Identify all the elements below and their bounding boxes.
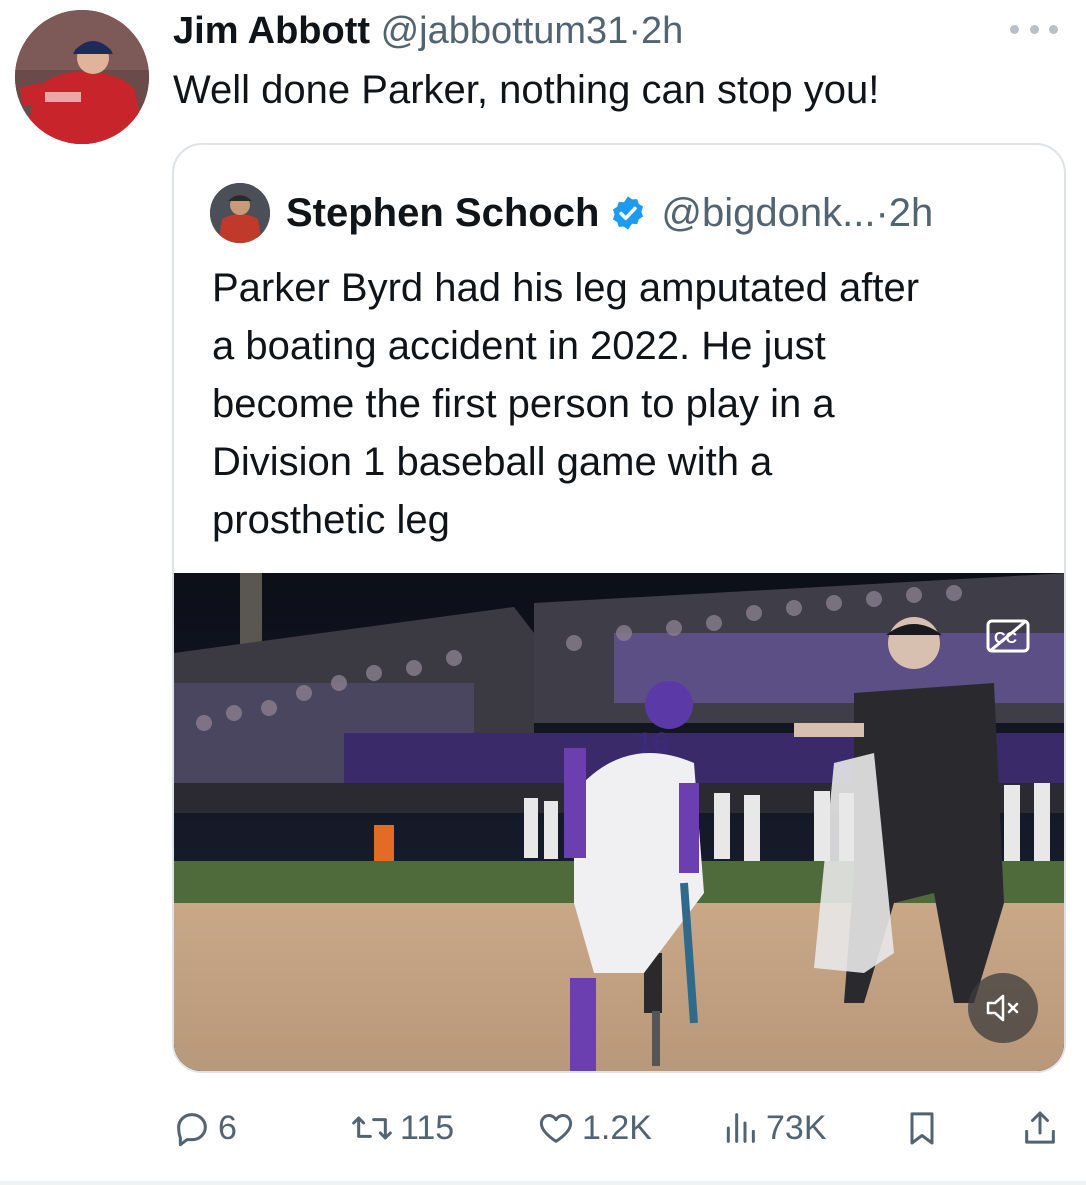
- views-button[interactable]: 73K: [720, 1100, 827, 1156]
- quoted-author-name[interactable]: Stephen Schoch: [286, 189, 599, 237]
- author-name[interactable]: Jim Abbott: [173, 10, 370, 52]
- quoted-author-avatar[interactable]: [210, 183, 270, 243]
- tweet-action-bar: 6 115 1.2K 73K: [172, 1100, 1066, 1156]
- like-count: 1.2K: [582, 1108, 652, 1147]
- closed-captions-icon[interactable]: CC: [986, 619, 1030, 653]
- tweet-text: Well done Parker, nothing can stop you!: [173, 68, 880, 112]
- reply-icon: [177, 1113, 207, 1147]
- quoted-author-handle[interactable]: @bigdonk...: [661, 189, 875, 237]
- quoted-tweet-text: Parker Byrd had his leg amputated after …: [212, 259, 1032, 549]
- quoted-text-line: prosthetic leg: [212, 498, 450, 542]
- verified-badge-icon: [613, 196, 644, 230]
- quoted-text-line: become the first person to play in a: [212, 382, 835, 426]
- mute-button[interactable]: [968, 973, 1038, 1043]
- retweet-button[interactable]: 115: [350, 1100, 454, 1156]
- heart-icon: [539, 1114, 573, 1143]
- reply-count: 6: [218, 1108, 237, 1147]
- reply-button[interactable]: 6: [172, 1100, 237, 1156]
- share-button[interactable]: [1020, 1100, 1066, 1156]
- quoted-tweet-time[interactable]: 2h: [889, 189, 934, 237]
- quoted-text-line: Division 1 baseball game with a: [212, 440, 773, 484]
- like-button[interactable]: 1.2K: [536, 1100, 652, 1156]
- bookmark-icon: [910, 1112, 934, 1145]
- baseball-game-video-frame: 16: [174, 573, 1064, 1071]
- retweet-icon: [352, 1116, 392, 1140]
- quoted-tweet-header: Stephen Schoch @bigdonk... · 2h: [286, 189, 933, 237]
- video-player[interactable]: 16 CC: [174, 573, 1064, 1071]
- share-icon: [1025, 1111, 1055, 1144]
- quoted-text-line: a boating accident in 2022. He just: [212, 324, 826, 368]
- author-avatar[interactable]: [15, 10, 149, 144]
- author-handle[interactable]: @jabbottum31: [381, 10, 629, 52]
- player-photo-avatar: [210, 183, 270, 243]
- more-options-icon[interactable]: [1010, 14, 1058, 44]
- meta-separator: ·: [628, 10, 641, 52]
- pitcher-photo-avatar: [15, 10, 149, 144]
- view-count: 73K: [766, 1108, 827, 1147]
- quoted-tweet-card[interactable]: Stephen Schoch @bigdonk... · 2h Parker Byr…: [172, 143, 1066, 1073]
- quoted-text-line: Parker Byrd had his leg amputated after: [212, 266, 920, 310]
- retweet-count: 115: [400, 1108, 455, 1147]
- muted-speaker-icon: [986, 994, 1019, 1022]
- jersey-number: 16: [636, 727, 669, 760]
- quoted-meta-separator: ·: [875, 191, 889, 235]
- tweet-header: Jim Abbott @jabbottum31·2h: [173, 8, 683, 54]
- bookmark-button[interactable]: [902, 1100, 948, 1156]
- tweet-divider: [0, 1181, 1086, 1185]
- views-chart-icon: [726, 1113, 755, 1143]
- tweet-time[interactable]: 2h: [641, 10, 683, 52]
